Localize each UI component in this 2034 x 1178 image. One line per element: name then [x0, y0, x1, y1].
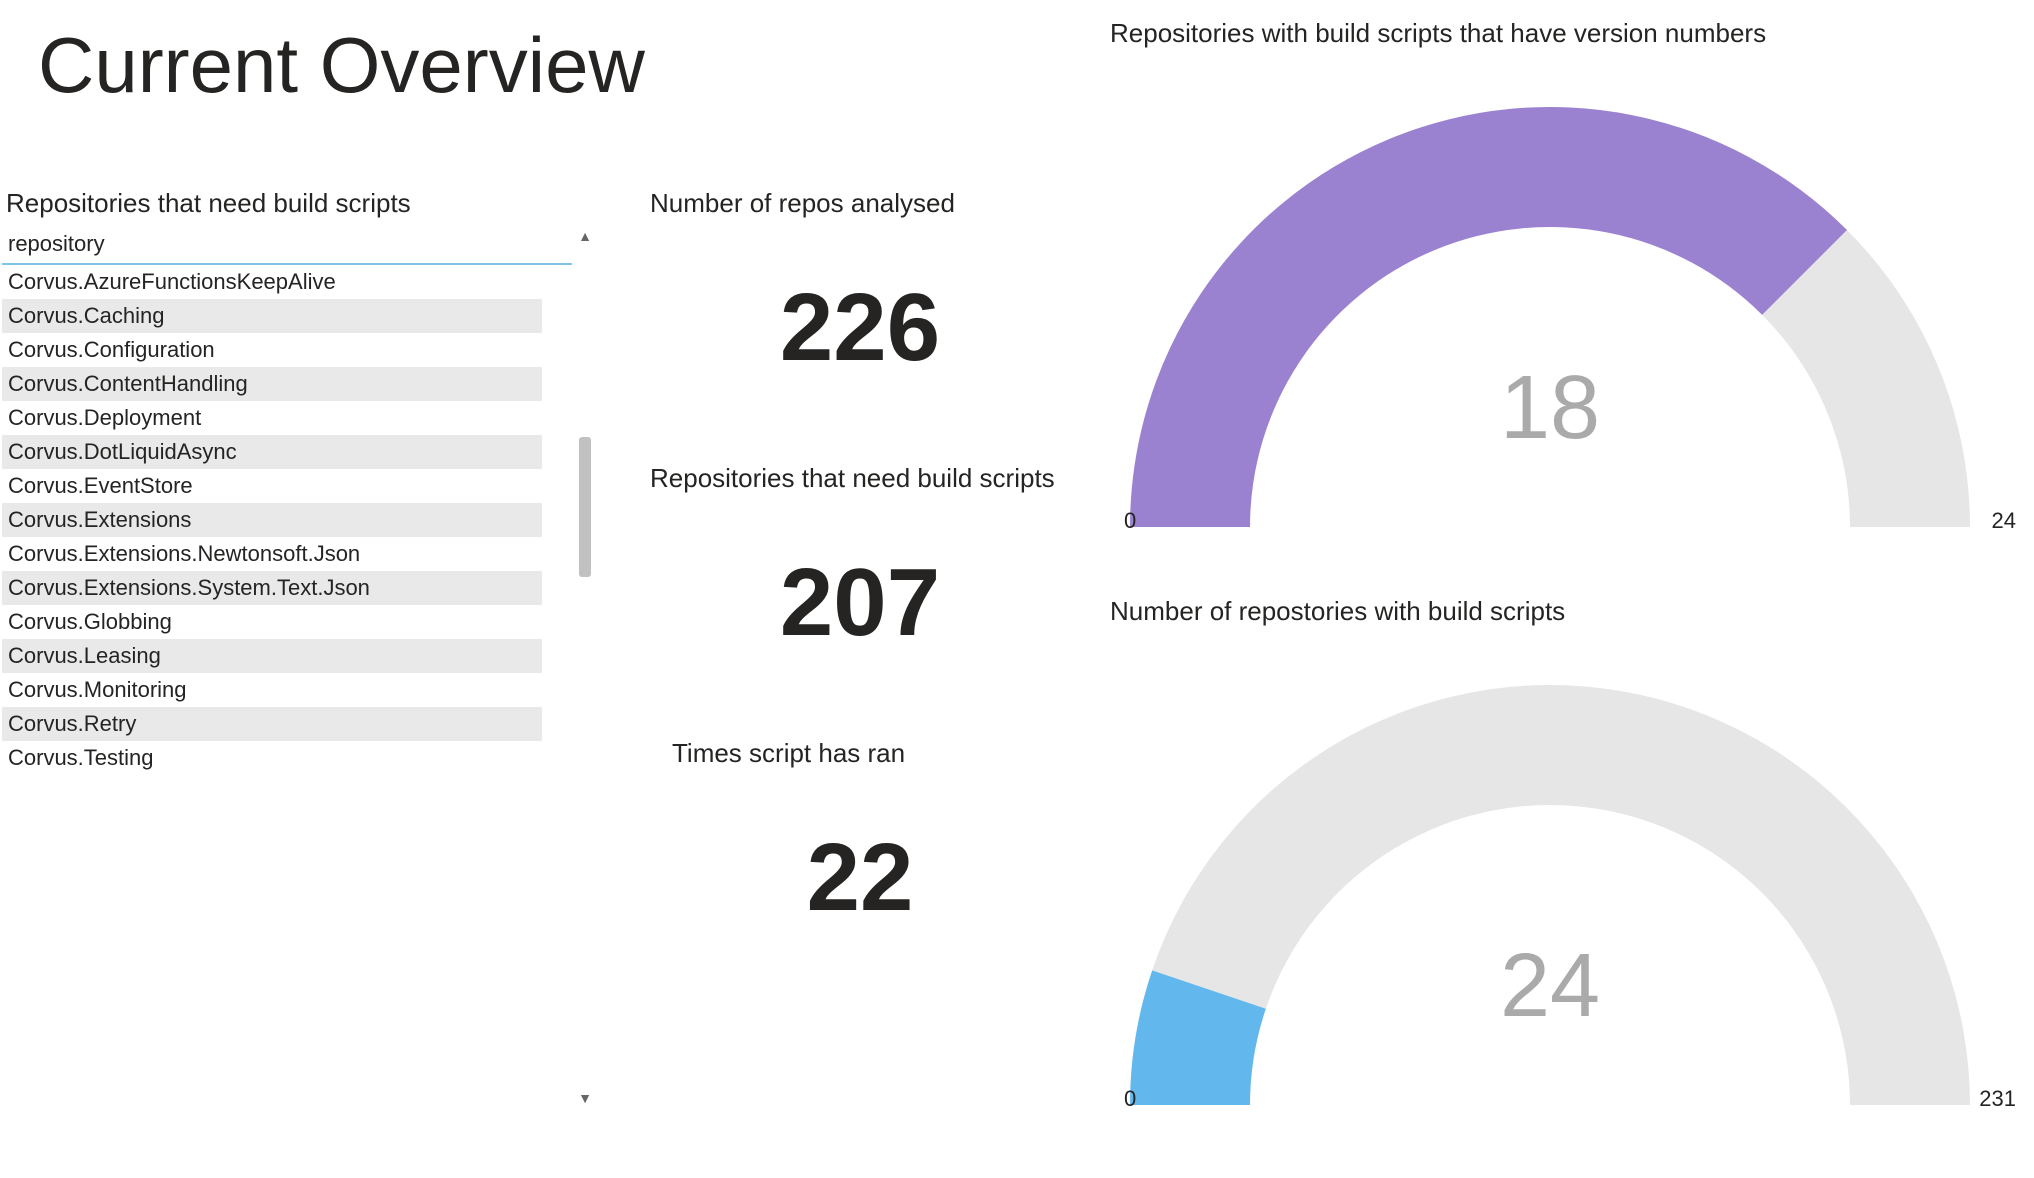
table-row[interactable]: Corvus.Caching — [2, 299, 542, 333]
table-row[interactable]: Corvus.Extensions.Newtonsoft.Json — [2, 537, 542, 571]
kpi-need-scripts-value: 207 — [650, 548, 1070, 658]
kpi-times-ran-title: Times script has ran — [672, 738, 1070, 769]
table-row[interactable]: Corvus.EventStore — [2, 469, 542, 503]
table-row[interactable]: Corvus.Extensions — [2, 503, 542, 537]
gauge-versioned-title: Repositories with build scripts that hav… — [1110, 18, 2030, 49]
repo-table: repository Corvus.AzureFunctionsKeepAliv… — [2, 227, 572, 775]
repo-list-title: Repositories that need build scripts — [6, 188, 572, 219]
table-row[interactable]: Corvus.Monitoring — [2, 673, 542, 707]
gauge-with-scripts-value: 24 — [1110, 935, 1990, 1038]
table-row[interactable]: Corvus.ContentHandling — [2, 367, 542, 401]
page-title: Current Overview — [38, 20, 645, 111]
repo-table-header[interactable]: repository — [2, 227, 572, 265]
table-row[interactable]: Corvus.Extensions.System.Text.Json — [2, 571, 542, 605]
kpi-analysed-title: Number of repos analysed — [650, 188, 1070, 219]
scroll-up-arrow-icon[interactable]: ▲ — [576, 227, 594, 245]
kpi-column: Number of repos analysed 226 Repositorie… — [650, 188, 1070, 933]
gauge-versioned-max: 24 — [1992, 508, 2016, 534]
repo-list-visual[interactable]: Repositories that need build scripts rep… — [2, 188, 572, 775]
table-row[interactable]: Corvus.AzureFunctionsKeepAlive — [2, 265, 542, 299]
kpi-times-ran[interactable]: Times script has ran 22 — [650, 738, 1070, 933]
kpi-times-ran-value: 22 — [650, 823, 1070, 933]
gauge-with-scripts-title: Number of repostories with build scripts — [1110, 596, 2030, 627]
gauge-with-scripts-max: 231 — [1979, 1086, 2016, 1112]
kpi-analysed[interactable]: Number of repos analysed 226 — [650, 188, 1070, 383]
dashboard-page: Current Overview Repositories that need … — [0, 0, 2034, 1178]
gauge-versioned-value: 18 — [1110, 357, 1990, 460]
repo-column-header: repository — [8, 231, 105, 257]
table-row[interactable]: Corvus.Testing — [2, 741, 542, 775]
scroll-thumb[interactable] — [579, 437, 591, 577]
gauge-with-scripts-min: 0 — [1124, 1086, 1136, 1112]
table-row[interactable]: Corvus.Leasing — [2, 639, 542, 673]
table-row[interactable]: Corvus.DotLiquidAsync — [2, 435, 542, 469]
scroll-down-arrow-icon[interactable]: ▼ — [576, 1089, 594, 1107]
table-row[interactable]: Corvus.Configuration — [2, 333, 542, 367]
table-row[interactable]: Corvus.Globbing — [2, 605, 542, 639]
gauge-with-scripts-chart: 24 — [1110, 635, 1990, 1105]
gauge-with-scripts[interactable]: Number of repostories with build scripts… — [1110, 596, 2030, 1105]
gauge-versioned[interactable]: Repositories with build scripts that hav… — [1110, 18, 2030, 527]
table-row[interactable]: Corvus.Deployment — [2, 401, 542, 435]
kpi-need-scripts-title: Repositories that need build scripts — [650, 463, 1070, 494]
kpi-analysed-value: 226 — [650, 273, 1070, 383]
repo-list-scrollbar[interactable]: ▲ ▼ — [576, 227, 594, 1107]
table-row[interactable]: Corvus.Retry — [2, 707, 542, 741]
repo-list-body: Corvus.AzureFunctionsKeepAliveCorvus.Cac… — [2, 265, 542, 775]
gauge-versioned-min: 0 — [1124, 508, 1136, 534]
kpi-need-scripts[interactable]: Repositories that need build scripts 207 — [650, 463, 1070, 658]
gauge-versioned-chart: 18 — [1110, 57, 1990, 527]
